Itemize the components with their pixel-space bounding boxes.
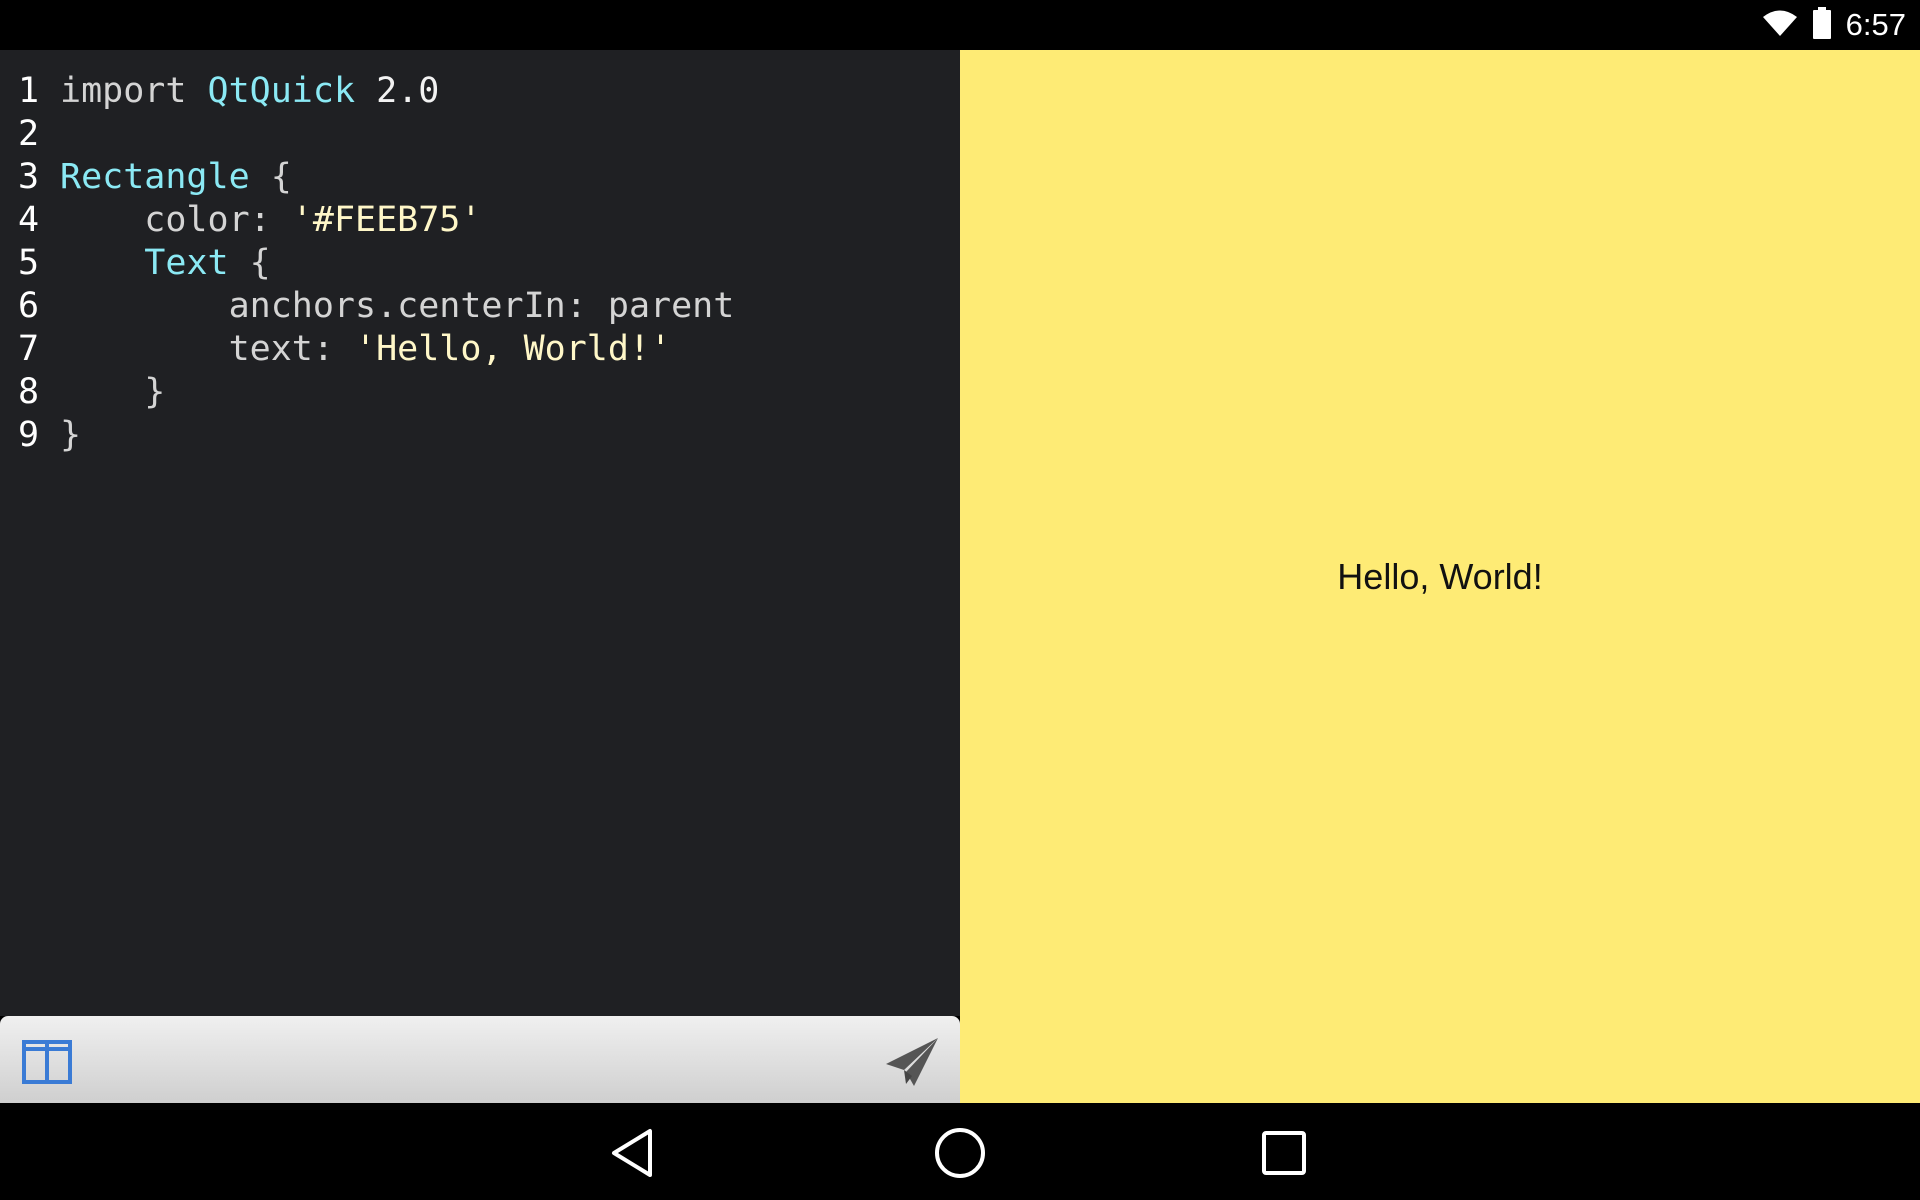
line-number: 1: [18, 71, 40, 111]
line-text[interactable]: }: [60, 414, 81, 457]
code-token: Rectangle: [60, 157, 250, 197]
recents-button[interactable]: [1256, 1125, 1312, 1181]
status-bar: 6:57: [0, 0, 1920, 50]
split-view-button[interactable]: [22, 1040, 72, 1084]
code-line[interactable]: 5 Text {: [0, 242, 960, 285]
code-line[interactable]: 8 }: [0, 371, 960, 414]
line-number: 9: [18, 415, 40, 455]
navigation-bar: [0, 1103, 1920, 1200]
code-line[interactable]: 6 anchors.centerIn: parent: [0, 285, 960, 328]
line-text[interactable]: Rectangle {: [60, 156, 292, 199]
line-text[interactable]: import QtQuick 2.0: [60, 70, 439, 113]
code-token: 'Hello, World!': [355, 329, 672, 369]
line-text[interactable]: }: [60, 371, 165, 414]
code-line[interactable]: 2: [0, 113, 960, 156]
code-token: {: [249, 157, 292, 197]
line-text[interactable]: text: 'Hello, World!': [60, 328, 672, 371]
line-number: 3: [18, 157, 40, 197]
wifi-icon: [1762, 8, 1798, 42]
recents-icon: [1256, 1131, 1312, 1185]
code-line[interactable]: 1 import QtQuick 2.0: [0, 70, 960, 113]
line-number: 8: [18, 372, 40, 412]
code-token: QtQuick: [207, 71, 356, 111]
code-line[interactable]: 4 color: '#FEEB75': [0, 199, 960, 242]
code-token: {: [228, 243, 271, 283]
home-button[interactable]: [932, 1125, 988, 1181]
line-number: 2: [18, 114, 40, 154]
preview-text: Hello, World!: [1337, 555, 1543, 597]
code-token: Text: [144, 243, 229, 283]
line-number: 4: [18, 200, 40, 240]
line-number: 5: [18, 243, 40, 283]
split-view-icon: [22, 1040, 72, 1088]
battery-icon: [1812, 7, 1832, 43]
line-number: 7: [18, 329, 40, 369]
code-token: }: [60, 415, 82, 455]
code-token: '#FEEB75': [291, 200, 482, 240]
code-token: color:: [60, 200, 292, 240]
home-icon: [932, 1128, 988, 1185]
code-token: anchors.centerIn: parent: [60, 286, 735, 326]
code-lines[interactable]: 1 import QtQuick 2.0 2 3 Rectangle {4 color:…: [0, 70, 960, 457]
code-line[interactable]: 7 text: 'Hello, World!': [0, 328, 960, 371]
line-text[interactable]: color: '#FEEB75': [60, 199, 481, 242]
line-number: 6: [18, 286, 40, 326]
editor-toolbar: [0, 1016, 960, 1103]
send-icon: [884, 1038, 940, 1092]
send-button[interactable]: [884, 1036, 940, 1088]
status-icons: 6:57: [1762, 0, 1906, 50]
code-token: 2.0: [355, 71, 440, 111]
code-token: text:: [60, 329, 356, 369]
code-token: }: [60, 372, 166, 412]
code-token: import: [60, 71, 208, 111]
back-button[interactable]: [606, 1125, 662, 1181]
status-clock: 6:57: [1845, 7, 1906, 42]
code-line[interactable]: 3 Rectangle {: [0, 156, 960, 199]
code-line[interactable]: 9}: [0, 414, 960, 457]
code-editor[interactable]: 1 import QtQuick 2.0 2 3 Rectangle {4 color:…: [0, 50, 960, 1016]
back-icon: [606, 1129, 662, 1185]
line-text[interactable]: Text {: [60, 242, 271, 285]
qml-preview: Hello, World!: [960, 50, 1920, 1103]
line-text[interactable]: anchors.centerIn: parent: [60, 285, 735, 328]
